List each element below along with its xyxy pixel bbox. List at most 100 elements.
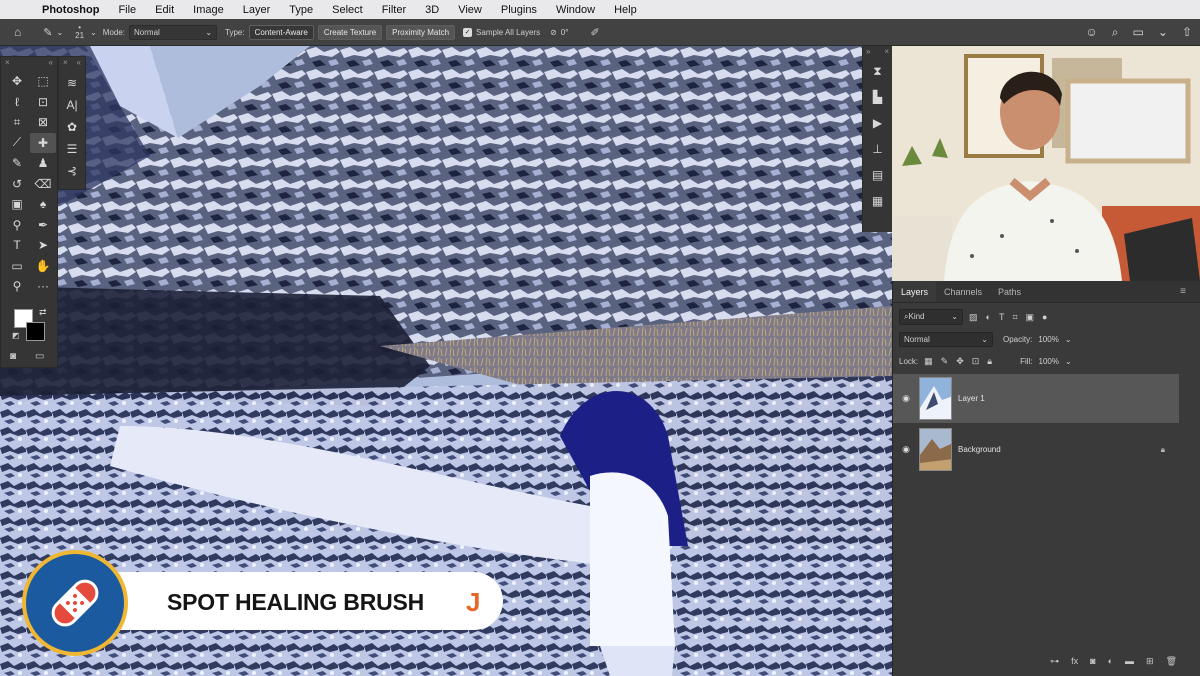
menu-window[interactable]: Window: [556, 4, 595, 16]
gradient-tool-icon[interactable]: ▣: [4, 194, 30, 215]
actions-play-icon[interactable]: ▶: [863, 110, 892, 136]
character-icon[interactable]: A|: [61, 95, 83, 114]
brush-settings-icon[interactable]: ⊰: [61, 161, 83, 180]
visibility-eye-icon[interactable]: ◉: [893, 444, 919, 455]
close-panel-icon[interactable]: ×: [63, 57, 68, 69]
background-color-swatch[interactable]: [26, 322, 45, 341]
tab-paths[interactable]: Paths: [990, 287, 1029, 302]
eraser-tool-icon[interactable]: ⌫: [30, 174, 56, 195]
angle-value[interactable]: 0°: [561, 28, 569, 37]
spot-healing-tool-icon[interactable]: ✎: [43, 26, 52, 39]
tab-layers[interactable]: Layers: [893, 281, 937, 302]
lasso-tool-icon[interactable]: ℓ: [4, 92, 30, 113]
marquee-tool-icon[interactable]: ⬚: [30, 71, 56, 92]
mode-select[interactable]: Normal ⌄: [129, 24, 218, 40]
object-select-tool-icon[interactable]: ⊡: [30, 92, 56, 113]
menu-image[interactable]: Image: [193, 4, 224, 16]
lock-all-icon[interactable]: 🔒︎: [987, 356, 992, 367]
new-group-icon[interactable]: ▬: [1125, 656, 1134, 666]
delete-layer-icon[interactable]: 🗑︎: [1166, 656, 1177, 667]
blur-tool-icon[interactable]: ♠: [30, 194, 56, 215]
more-tools-icon[interactable]: ···: [30, 276, 56, 297]
history-brush-tool-icon[interactable]: ↺: [4, 174, 30, 195]
app-menu[interactable]: Photoshop: [42, 4, 99, 16]
move-tool-icon[interactable]: ✥: [4, 71, 30, 92]
menu-3d[interactable]: 3D: [425, 4, 439, 16]
libraries-icon[interactable]: ▙: [863, 84, 892, 110]
zoom-tool-icon[interactable]: ⚲: [4, 276, 30, 297]
menu-plugins[interactable]: Plugins: [501, 4, 537, 16]
swap-colors-icon[interactable]: ⇄: [39, 307, 47, 318]
lock-artboard-icon[interactable]: ⊡: [972, 356, 980, 367]
home-icon[interactable]: ⌂: [14, 25, 21, 39]
close-panel-icon[interactable]: ×: [884, 46, 889, 58]
menu-file[interactable]: File: [118, 4, 136, 16]
lock-transparent-icon[interactable]: ▦: [924, 356, 933, 367]
sample-all-layers-checkbox[interactable]: ✓: [463, 27, 473, 37]
fill-chevron-icon[interactable]: ⌄: [1065, 357, 1072, 366]
proximity-match-button[interactable]: Proximity Match: [386, 24, 456, 40]
new-layer-icon[interactable]: ⊞: [1146, 656, 1154, 667]
adjustment-layer-icon[interactable]: ◐: [1108, 656, 1113, 666]
clone-stamp-tool-icon[interactable]: ♟: [30, 153, 56, 174]
brush-picker-chevron-icon[interactable]: ⌄: [90, 28, 97, 37]
share-export-icon[interactable]: ⇧: [1182, 25, 1192, 40]
brush-presets-icon[interactable]: ⊥: [863, 136, 892, 162]
layer-effects-icon[interactable]: fx: [1071, 656, 1078, 666]
history-icon[interactable]: ⧗: [863, 58, 892, 84]
tool-preset-chevron-icon[interactable]: ⌄: [56, 28, 63, 37]
menu-layer[interactable]: Layer: [243, 4, 271, 16]
menu-filter[interactable]: Filter: [382, 4, 406, 16]
menu-view[interactable]: View: [458, 4, 482, 16]
panel-menu-icon[interactable]: ≡: [1172, 286, 1194, 302]
type-tool-icon[interactable]: T: [4, 235, 30, 256]
filter-smart-object-icon[interactable]: ▣: [1026, 312, 1035, 323]
crop-tool-icon[interactable]: ⌗: [4, 112, 30, 133]
fill-value[interactable]: 100%: [1039, 357, 1059, 366]
properties-sliders-icon[interactable]: ☰: [61, 139, 83, 158]
layer-row-background[interactable]: ◉ Background 🔒︎: [893, 425, 1179, 474]
dodge-tool-icon[interactable]: ⚲: [4, 215, 30, 236]
default-colors-icon[interactable]: ◩: [12, 331, 20, 340]
opacity-chevron-icon[interactable]: ⌄: [1065, 335, 1072, 344]
visibility-eye-icon[interactable]: ◉: [893, 393, 919, 404]
color-wheel-icon[interactable]: ✿: [61, 117, 83, 136]
path-selection-tool-icon[interactable]: ➤: [30, 235, 56, 256]
menu-help[interactable]: Help: [614, 4, 637, 16]
hand-tool-icon[interactable]: ✋: [30, 256, 56, 277]
spot-healing-brush-tool-icon[interactable]: ✚: [30, 132, 56, 153]
eyedropper-tool-icon[interactable]: ⟋: [4, 133, 30, 154]
quick-mask-icon[interactable]: ◙: [10, 351, 16, 362]
search-icon[interactable]: ⌕: [1112, 25, 1119, 40]
opacity-value[interactable]: 100%: [1038, 335, 1058, 344]
swatches-book-icon[interactable]: ▤: [863, 162, 892, 188]
filter-type-icon[interactable]: T: [999, 312, 1005, 323]
filter-kind-select[interactable]: ⌕Kind ⌄: [899, 309, 963, 325]
rectangle-tool-icon[interactable]: ▭: [4, 256, 30, 277]
filter-toggle-icon[interactable]: ●: [1042, 312, 1047, 323]
close-panel-icon[interactable]: ×: [5, 57, 10, 69]
menu-type[interactable]: Type: [289, 4, 313, 16]
menu-edit[interactable]: Edit: [155, 4, 174, 16]
collapse-panel-icon[interactable]: «: [77, 57, 81, 69]
link-layers-icon[interactable]: ⊶: [1050, 656, 1059, 667]
collapse-panel-icon[interactable]: «: [49, 57, 53, 69]
brush-tool-icon[interactable]: ✎: [4, 153, 30, 174]
filter-pixel-icon[interactable]: ▨: [969, 312, 978, 323]
share-icon[interactable]: ☺: [1086, 25, 1098, 40]
filter-shape-icon[interactable]: ⌗: [1012, 312, 1017, 323]
blend-mode-select[interactable]: Normal ⌄: [899, 331, 993, 347]
add-mask-icon[interactable]: ◙: [1090, 656, 1095, 666]
content-aware-button[interactable]: Content-Aware: [248, 24, 314, 40]
notes-icon[interactable]: ▦: [863, 188, 892, 214]
pen-tool-icon[interactable]: ✒: [30, 215, 56, 236]
collapse-icon[interactable]: ⌄: [1158, 25, 1168, 40]
create-texture-button[interactable]: Create Texture: [317, 24, 383, 40]
lock-position-icon[interactable]: ✥: [956, 356, 964, 367]
menu-select[interactable]: Select: [332, 4, 363, 16]
filter-adjustment-icon[interactable]: ◐: [986, 312, 991, 323]
lock-image-icon[interactable]: ✎: [941, 356, 949, 367]
collapse-panel-icon[interactable]: »: [866, 46, 870, 58]
pressure-icon[interactable]: ✐: [590, 26, 599, 39]
adjustments-icon[interactable]: ≋: [61, 73, 83, 92]
